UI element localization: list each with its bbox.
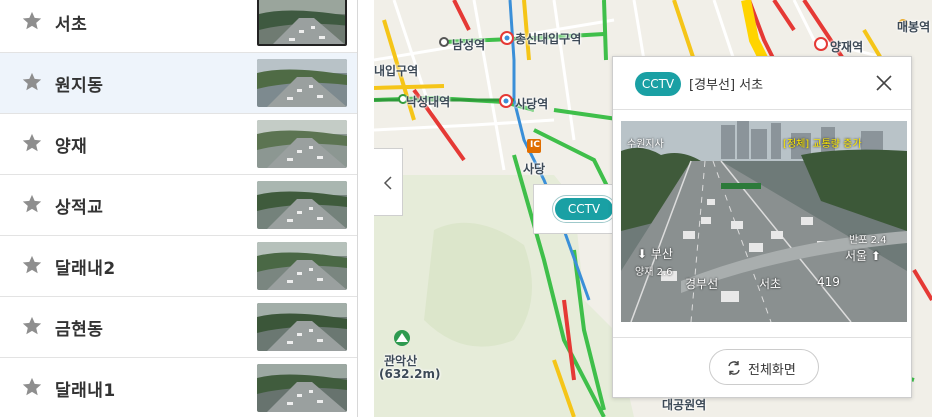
thumbnail-image <box>257 120 347 168</box>
cam-banpo-dist: 반포 2.4 <box>849 235 887 246</box>
cam-place: 서초 <box>759 277 782 291</box>
star-icon[interactable] <box>21 193 43 215</box>
divider <box>613 337 911 338</box>
refresh-icon <box>728 361 740 375</box>
cctv-thumbnail[interactable] <box>257 303 347 351</box>
thumbnail-image <box>257 242 347 290</box>
thumbnail-image <box>257 364 347 412</box>
cam-busan-text: 부산 <box>650 247 673 261</box>
cctv-list: 서초원지동양재상적교달래내2 금현동달래내1 <box>0 0 358 417</box>
close-button[interactable] <box>875 74 893 92</box>
cctv-badge: CCTV <box>635 72 681 96</box>
cam-seoul-text: 서울 <box>845 249 868 263</box>
cctv-thumbnail[interactable] <box>257 364 347 412</box>
cctv-list-item-name: 달래내1 <box>55 381 116 401</box>
thumbnail-image <box>257 181 347 229</box>
cctv-list-item[interactable]: 양재 <box>0 114 357 175</box>
cctv-thumbnail[interactable] <box>257 59 347 107</box>
map-label-namseong: 남성역 <box>452 38 486 52</box>
close-icon <box>876 75 892 91</box>
cctv-list-item[interactable]: 금현동 <box>0 297 357 358</box>
cctv-popup: CCTV [경부선] 서초 수원지사 [정체] 교통량 증가 ⬇ 부산 양재 2… <box>612 56 912 398</box>
star-icon[interactable] <box>21 132 43 154</box>
cctv-list-item[interactable]: 상적교 <box>0 175 357 236</box>
collapse-panel-button[interactable] <box>374 148 403 216</box>
star-icon[interactable] <box>21 254 43 276</box>
chevron-left-icon <box>383 176 392 190</box>
cctv-thumbnail[interactable] <box>257 181 347 229</box>
cctv-list-item[interactable]: 달래내2 <box>0 236 357 297</box>
cctv-thumbnail[interactable] <box>257 242 347 290</box>
cctv-list-item-name: 서초 <box>55 15 88 35</box>
cam-alert: [정체] 교통량 증가 <box>783 139 862 150</box>
star-icon[interactable] <box>21 71 43 93</box>
cctv-thumbnail[interactable] <box>257 120 347 168</box>
cam-seoul: 서울 ⬆ <box>845 249 881 263</box>
thumbnail-image <box>259 0 345 44</box>
map-label-daecheong: 대공원역 <box>662 398 707 412</box>
cctv-list-item-name: 양재 <box>55 137 88 157</box>
cctv-video[interactable]: 수원지사 [정체] 교통량 증가 ⬇ 부산 양재 2.6 반포 2.4 서울 ⬆… <box>621 121 907 322</box>
cctv-list-item[interactable]: 달래내1 <box>0 358 357 417</box>
map-label-sadang-station: 사당역 <box>515 97 549 111</box>
fullscreen-button[interactable]: 전체화면 <box>709 349 819 385</box>
star-icon[interactable] <box>21 315 43 337</box>
map-ic-label: IC <box>530 140 540 150</box>
star-icon[interactable] <box>21 10 43 32</box>
star-icon[interactable] <box>21 376 43 398</box>
map-label-naksungdae: 낙성대역 <box>406 95 451 109</box>
cctv-list-item-name: 금현동 <box>55 320 104 340</box>
map-label-yangjae: 양재역 <box>830 40 864 54</box>
cctv-map-pin[interactable]: CCTV <box>553 196 615 222</box>
map-label-maeheon: 매봉역 <box>897 20 931 34</box>
cam-corner-label: 수원지사 <box>627 139 664 150</box>
thumbnail-image <box>257 303 347 351</box>
cam-yangjae-dist: 양재 2.6 <box>635 267 673 278</box>
cam-road: 경부선 <box>685 277 719 291</box>
thumbnail-image <box>257 59 347 107</box>
cctv-list-item-name: 상적교 <box>55 198 104 218</box>
map-label-gwanaksan-elev: (632.2m) <box>379 367 441 381</box>
divider <box>613 109 911 110</box>
cctv-thumbnail[interactable] <box>257 0 347 46</box>
cctv-list-item-name: 달래내2 <box>55 259 116 279</box>
map-label-naebang: 내입구역 <box>374 64 419 78</box>
map-label-sadang: 사당 <box>523 162 546 176</box>
cctv-list-item-name: 원지동 <box>55 76 104 96</box>
cctv-list-item[interactable]: 원지동 <box>0 53 357 114</box>
popup-title: [경부선] 서초 <box>689 78 764 93</box>
cctv-list-item[interactable]: 서초 <box>0 0 357 53</box>
map-label-chongsin: 총신대입구역 <box>515 32 582 46</box>
fullscreen-label: 전체화면 <box>748 363 796 378</box>
cam-code: 419 <box>817 275 840 289</box>
cam-busan: ⬇ 부산 <box>637 247 673 261</box>
